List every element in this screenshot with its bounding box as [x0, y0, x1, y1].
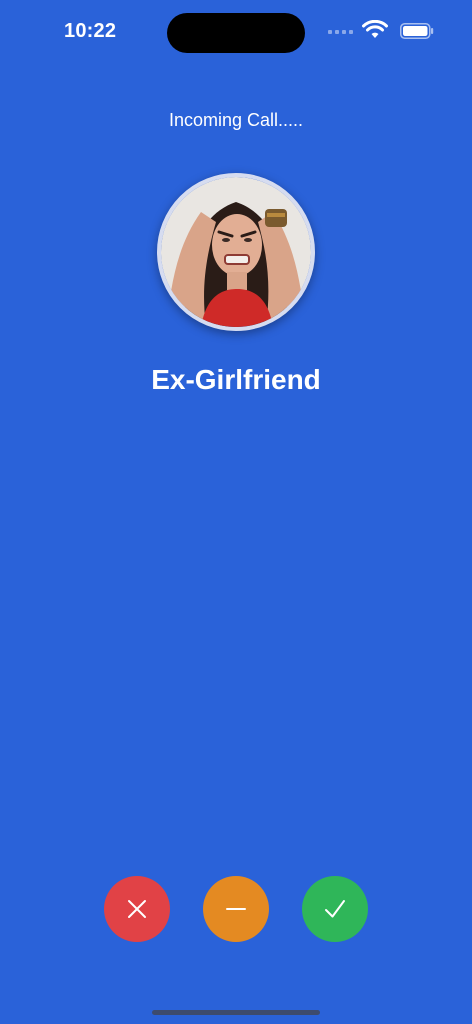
- accept-call-button[interactable]: [302, 876, 368, 942]
- decline-call-button[interactable]: [104, 876, 170, 942]
- avatar-photo: [161, 177, 311, 327]
- contact-name: Ex-Girlfriend: [151, 364, 321, 395]
- contact-avatar: [157, 173, 315, 331]
- battery-icon: [400, 23, 434, 39]
- x-icon: [128, 900, 146, 918]
- checkmark-icon: [325, 900, 345, 918]
- incoming-call-status: Incoming Call.....: [168, 110, 304, 130]
- cellular-signal-icon: [328, 30, 354, 36]
- minus-icon: [226, 908, 246, 910]
- home-indicator[interactable]: [152, 1010, 320, 1015]
- wifi-icon: [362, 20, 388, 38]
- ignore-call-button[interactable]: [203, 876, 269, 942]
- status-bar: 10:22: [0, 0, 472, 64]
- status-time: 10:22: [64, 20, 117, 42]
- dynamic-island: [167, 13, 305, 53]
